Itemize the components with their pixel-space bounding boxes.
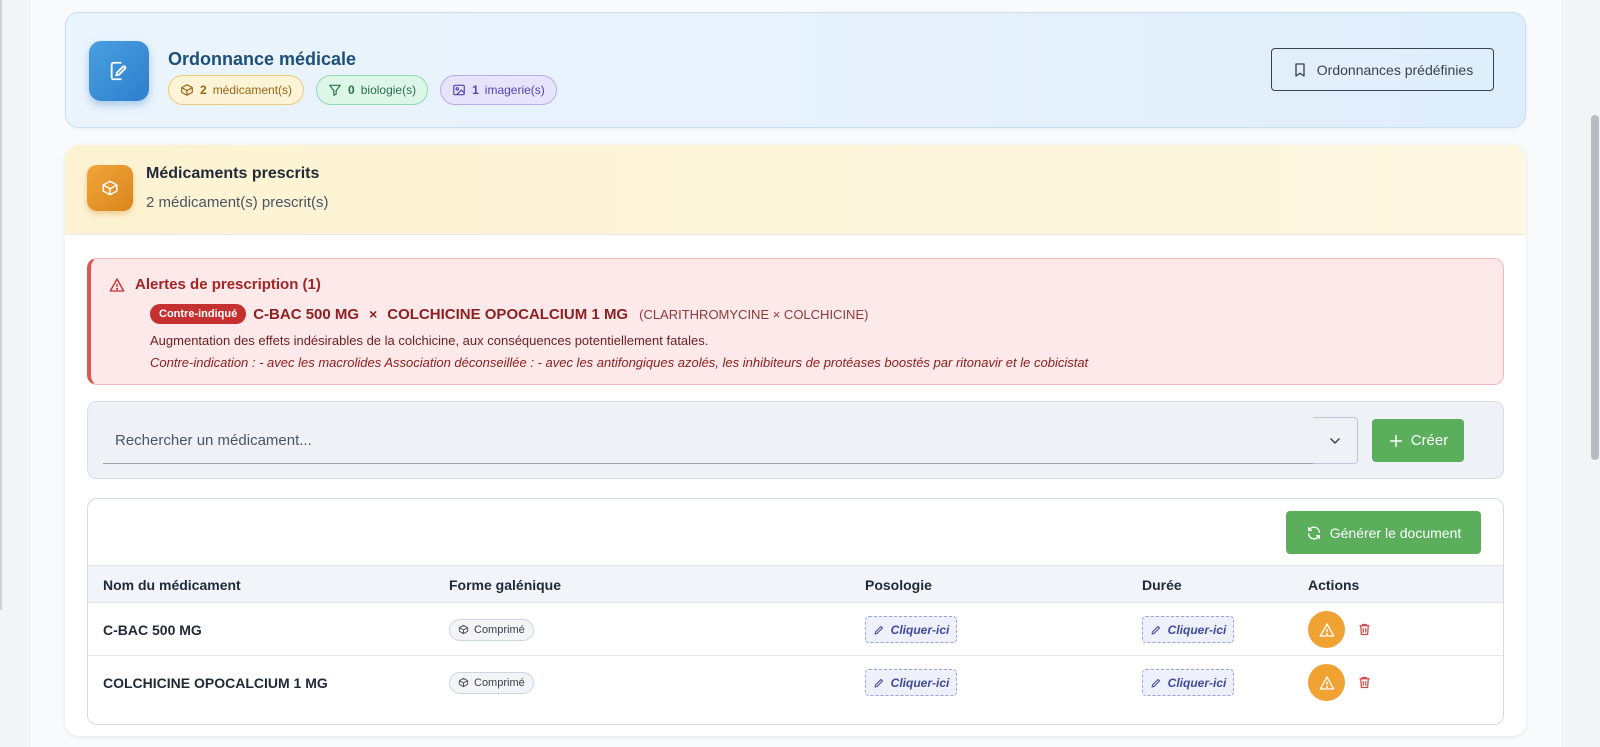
column-header-posology: Posologie	[865, 577, 932, 593]
create-medication-button[interactable]: Créer	[1372, 419, 1464, 462]
left-edge	[0, 0, 31, 747]
filter-icon	[329, 84, 341, 96]
alert-title: Alertes de prescription (1)	[109, 276, 321, 293]
medications-card-header: Médicaments prescrits 2 médicament(s) pr…	[65, 145, 1526, 235]
medication-name: C-BAC 500 MG	[103, 621, 202, 638]
medication-name: COLCHICINE OPOCALCIUM 1 MG	[103, 674, 328, 691]
medication-count-badge: 2 médicament(s)	[168, 75, 305, 105]
plus-icon	[1389, 434, 1402, 447]
prescription-header-card: Ordonnance médicale 2 médicament(s) 0 bi…	[65, 12, 1526, 128]
column-header-form: Forme galénique	[449, 577, 562, 593]
trash-icon	[1359, 676, 1370, 689]
chevron-down-icon	[1330, 437, 1340, 444]
column-header-duration: Durée	[1142, 577, 1182, 593]
medication-search-panel: Rechercher un médicament... Créer	[87, 401, 1504, 479]
interaction-warning-button[interactable]	[1308, 664, 1345, 701]
alert-detail: Contre-indication : - avec les macrolide…	[150, 355, 1089, 370]
box-icon	[458, 677, 469, 688]
interaction-warning-button[interactable]	[1308, 611, 1345, 648]
pencil-icon	[874, 625, 883, 634]
summary-badges: 2 médicament(s) 0 biologie(s) 1 imagerie…	[168, 75, 557, 105]
interaction-inn: (CLARITHROMYCINE × COLCHICINE)	[639, 306, 869, 322]
imaging-count-badge: 1 imagerie(s)	[440, 75, 557, 105]
medications-table: Générer le document Nom du médicament Fo…	[87, 498, 1504, 725]
box-icon	[458, 624, 469, 635]
interaction-line: Contre-indiqué C-BAC 500 MG × COLCHICINE…	[150, 304, 868, 324]
medications-card: Médicaments prescrits 2 médicament(s) pr…	[65, 145, 1526, 736]
pencil-icon	[1151, 678, 1160, 687]
dosage-form-chip: Comprimé	[449, 671, 534, 694]
pencil-icon	[1151, 625, 1160, 634]
section-subtitle: 2 médicament(s) prescrit(s)	[146, 194, 329, 211]
alert-description: Augmentation des effets indésirables de …	[150, 333, 709, 348]
bookmark-icon	[1295, 62, 1305, 77]
section-title: Médicaments prescrits	[146, 165, 320, 182]
biology-count-badge: 0 biologie(s)	[316, 75, 429, 105]
column-header-name: Nom du médicament	[103, 577, 241, 593]
interaction-drug-b: COLCHICINE OPOCALCIUM 1 MG	[387, 305, 629, 323]
column-header-actions: Actions	[1308, 577, 1360, 593]
warning-triangle-icon	[1319, 675, 1334, 690]
interaction-drug-a: C-BAC 500 MG	[253, 305, 360, 323]
duration-edit-button[interactable]: Cliquer-ici	[1142, 669, 1234, 696]
warning-triangle-icon	[1319, 622, 1334, 637]
trash-icon	[1359, 623, 1370, 636]
medication-search-input[interactable]: Rechercher un médicament...	[103, 417, 1313, 464]
box-icon	[181, 84, 193, 96]
scrollbar-track[interactable]	[1561, 0, 1600, 747]
page-title: Ordonnance médicale	[168, 49, 357, 69]
posology-edit-button[interactable]: Cliquer-ici	[865, 616, 957, 643]
refresh-icon	[1307, 526, 1320, 539]
warning-triangle-icon	[109, 277, 125, 292]
interaction-times-sign: ×	[369, 306, 378, 322]
predefined-prescriptions-button[interactable]: Ordonnances prédéfinies	[1271, 48, 1494, 91]
generate-document-button[interactable]: Générer le document	[1286, 511, 1481, 554]
table-row: COLCHICINE OPOCALCIUM 1 MG Comprimé Cliq…	[88, 656, 1503, 709]
pencil-icon	[874, 678, 883, 687]
search-dropdown-toggle[interactable]	[1313, 417, 1358, 464]
dosage-form-chip: Comprimé	[449, 618, 534, 641]
contraindicated-badge: Contre-indiqué	[150, 304, 247, 324]
prescription-alert: Alertes de prescription (1) Contre-indiq…	[87, 258, 1504, 385]
posology-edit-button[interactable]: Cliquer-ici	[865, 669, 957, 696]
table-row: C-BAC 500 MG Comprimé Cliquer-ici Clique…	[88, 603, 1503, 656]
box-icon	[87, 165, 133, 211]
table-header: Nom du médicament Forme galénique Posolo…	[88, 565, 1503, 603]
prescription-edit-icon	[89, 41, 149, 101]
scrollbar-thumb[interactable]	[1591, 115, 1599, 460]
delete-button[interactable]	[1357, 622, 1372, 637]
delete-button[interactable]	[1357, 675, 1372, 690]
image-icon	[453, 84, 465, 96]
duration-edit-button[interactable]: Cliquer-ici	[1142, 616, 1234, 643]
